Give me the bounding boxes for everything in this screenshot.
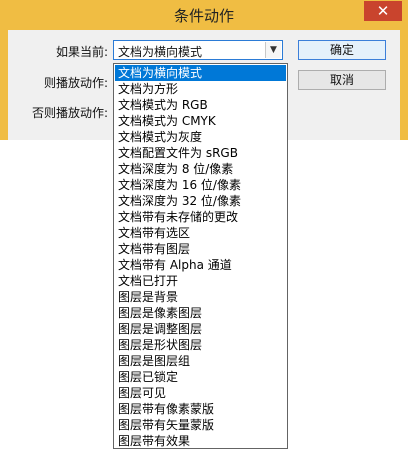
else-play-action-label: 否则播放动作: <box>31 106 108 120</box>
if-current-label: 如果当前: <box>55 45 108 59</box>
dropdown-option[interactable]: 图层是形状图层 <box>115 337 286 353</box>
cancel-button[interactable]: 取消 <box>298 70 386 90</box>
dropdown-option[interactable]: 文档配置文件为 sRGB <box>115 145 286 161</box>
condition-dropdown-list[interactable]: 文档为横向模式 文档为方形 文档模式为 RGB 文档模式为 CMYK 文档模式为灰度 文档… <box>113 63 288 449</box>
dropdown-option[interactable]: 图层带有效果 <box>115 433 286 449</box>
dropdown-option[interactable]: 图层是调整图层 <box>115 321 286 337</box>
dropdown-option[interactable]: 图层已锁定 <box>115 369 286 385</box>
dropdown-option[interactable]: 文档模式为灰度 <box>115 129 286 145</box>
dropdown-option[interactable]: 文档带有选区 <box>115 225 286 241</box>
dropdown-option[interactable]: 文档为方形 <box>115 81 286 97</box>
dropdown-option[interactable]: 图层可见 <box>115 385 286 401</box>
dropdown-option[interactable]: 文档深度为 16 位/像素 <box>115 177 286 193</box>
dropdown-option[interactable]: 文档带有 Alpha 通道 <box>115 257 286 273</box>
dropdown-option[interactable]: 文档为横向模式 <box>115 65 286 81</box>
dropdown-option[interactable]: 文档模式为 CMYK <box>115 113 286 129</box>
title-bar[interactable]: 条件动作 ✕ <box>0 0 408 30</box>
ok-button[interactable]: 确定 <box>298 40 386 60</box>
condition-select[interactable]: 文档为横向模式 ▼ <box>113 40 283 60</box>
condition-select-value: 文档为横向模式 <box>118 45 203 59</box>
dropdown-option[interactable]: 图层带有像素蒙版 <box>115 401 286 417</box>
dropdown-option[interactable]: 图层带有矢量蒙版 <box>115 417 286 433</box>
dropdown-option[interactable]: 文档带有未存储的更改 <box>115 209 286 225</box>
dropdown-option[interactable]: 图层是像素图层 <box>115 305 286 321</box>
then-play-action-label: 则播放动作: <box>43 76 108 90</box>
dropdown-option[interactable]: 图层是图层组 <box>115 353 286 369</box>
conditional-action-dialog: 条件动作 ✕ 如果当前: 文档为横向模式 ▼ 则播放动作: 否则播放动作: 确定… <box>0 0 408 450</box>
dropdown-option[interactable]: 文档深度为 8 位/像素 <box>115 161 286 177</box>
dropdown-option[interactable]: 文档已打开 <box>115 273 286 289</box>
dropdown-option[interactable]: 图层是背景 <box>115 289 286 305</box>
dialog-title: 条件动作 <box>173 7 234 25</box>
dropdown-option[interactable]: 文档带有图层 <box>115 241 286 257</box>
close-icon: ✕ <box>376 2 390 20</box>
dropdown-option[interactable]: 文档深度为 32 位/像素 <box>115 193 286 209</box>
chevron-down-icon[interactable]: ▼ <box>265 42 281 58</box>
dropdown-option[interactable]: 文档模式为 RGB <box>115 97 286 113</box>
close-button[interactable]: ✕ <box>364 1 402 21</box>
